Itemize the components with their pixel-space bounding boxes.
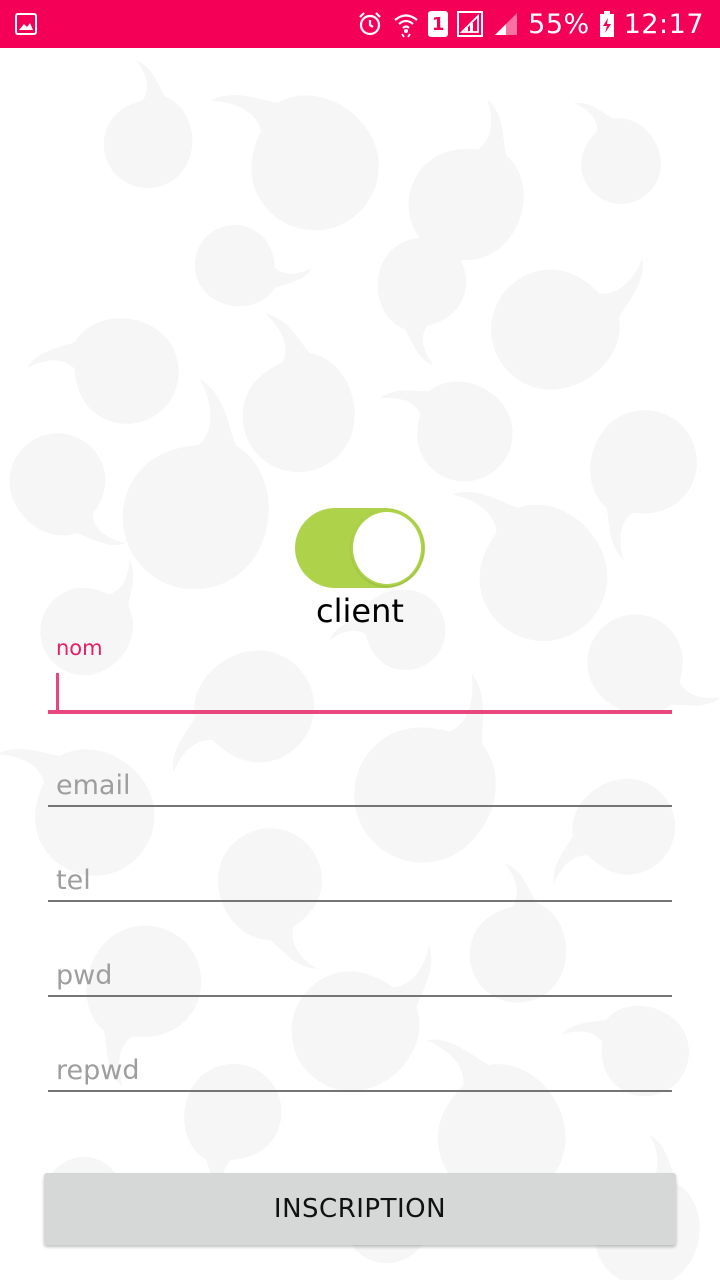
battery-percent: 55%: [528, 8, 590, 40]
pwd-underline: [48, 995, 672, 997]
tel-underline: [48, 900, 672, 902]
inscription-button[interactable]: INSCRIPTION: [44, 1173, 676, 1245]
nom-underline: [48, 710, 672, 714]
sim-icon: 1: [428, 11, 449, 37]
status-icons: 1 55% 12:17: [356, 0, 704, 48]
toggle-label: client: [316, 592, 404, 630]
email-placeholder: email: [56, 770, 131, 801]
clock: 12:17: [623, 8, 704, 40]
text-cursor: [56, 673, 59, 713]
alarm-icon: [359, 12, 381, 36]
nom-label: nom: [56, 636, 103, 660]
email-field[interactable]: email: [48, 760, 672, 810]
pwd-placeholder: pwd: [56, 960, 113, 991]
repwd-field[interactable]: repwd: [48, 1045, 672, 1095]
email-underline: [48, 805, 672, 807]
wifi-icon: [394, 14, 418, 38]
screen: 1 55% 12:17 client nom email tel pwd rep…: [0, 0, 720, 1280]
toggle-knob: [351, 510, 423, 586]
pwd-field[interactable]: pwd: [48, 950, 672, 1000]
signal-2-icon: [495, 13, 518, 35]
gallery-icon: [15, 13, 37, 35]
repwd-underline: [48, 1090, 672, 1092]
battery-charging-icon: [599, 11, 614, 37]
signal-icon: [457, 11, 484, 37]
client-toggle-switch[interactable]: [295, 508, 425, 588]
tel-placeholder: tel: [56, 865, 91, 896]
status-bar: 1 55% 12:17: [0, 0, 720, 48]
repwd-placeholder: repwd: [56, 1055, 140, 1086]
nom-field[interactable]: nom: [48, 636, 672, 716]
tel-field[interactable]: tel: [48, 855, 672, 905]
